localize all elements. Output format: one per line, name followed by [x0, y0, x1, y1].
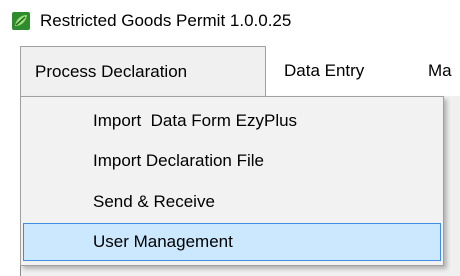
title-bar: Restricted Goods Permit 1.0.0.25 [0, 0, 460, 42]
menu-item-send-receive[interactable]: Send & Receive [23, 183, 441, 221]
menu-data-entry[interactable]: Data Entry [284, 46, 364, 96]
process-declaration-dropdown: Import Data Form EzyPlus Import Declarat… [20, 96, 444, 266]
menu-process-declaration[interactable]: Process Declaration [20, 46, 266, 96]
menu-item-import-data-form-ezyplus[interactable]: Import Data Form EzyPlus [23, 102, 441, 140]
app-leaf-icon [12, 12, 30, 30]
window-title: Restricted Goods Permit 1.0.0.25 [40, 11, 292, 30]
menu-item-import-declaration-file[interactable]: Import Declaration File [23, 142, 441, 180]
menu-ma-clipped[interactable]: Ma [428, 46, 452, 96]
menu-bar: Process Declaration Data Entry Ma [0, 46, 460, 96]
menu-item-user-management[interactable]: User Management [23, 223, 441, 261]
